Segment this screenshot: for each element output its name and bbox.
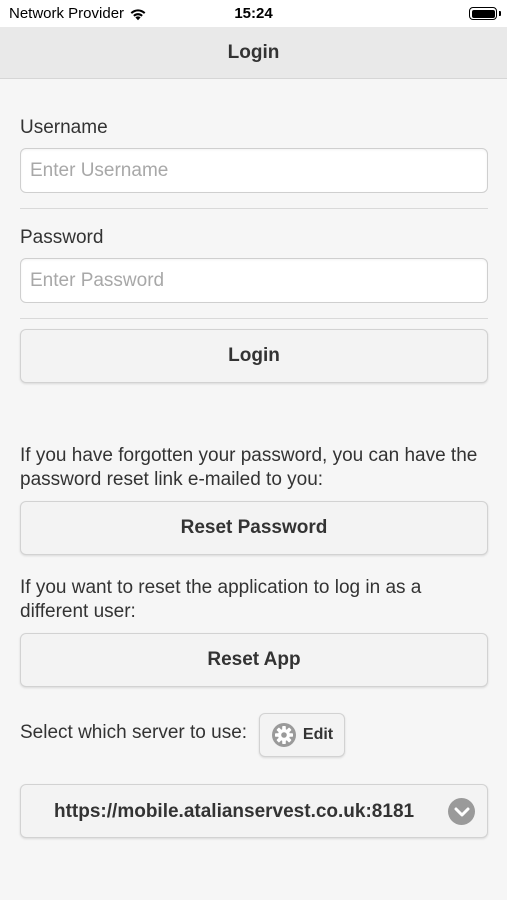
server-label: Select which server to use: [20,722,248,743]
reset-app-button[interactable]: Reset App [20,633,488,687]
username-input[interactable] [20,148,488,193]
edit-button-label: Edit [302,726,334,743]
divider [20,208,488,209]
password-input[interactable] [20,258,488,303]
username-label: Username [20,117,108,138]
reset-app-help: If you want to reset the application to … [20,577,422,622]
reset-password-button[interactable]: Reset Password [20,501,488,555]
nav-bar: Login [0,27,507,79]
edit-server-button[interactable]: Edit [259,713,345,757]
login-button[interactable]: Login [20,329,488,383]
password-label: Password [20,227,104,248]
divider [20,318,488,319]
server-select[interactable]: https://mobile.atalianservest.co.uk:8181 [20,784,488,838]
status-time: 15:24 [234,5,273,22]
status-bar: Network Provider 15:24 [0,0,507,27]
battery-tip [499,11,501,16]
reset-password-help: If you have forgotten your password, you… [20,445,478,490]
server-select-value: https://mobile.atalianservest.co.uk:8181 [54,801,415,822]
gear-icon [271,723,296,747]
server-row: Select which server to use: Edit [20,712,488,758]
battery-icon [469,7,497,20]
chevron-down-icon [448,798,475,825]
page-title: Login [227,41,280,63]
